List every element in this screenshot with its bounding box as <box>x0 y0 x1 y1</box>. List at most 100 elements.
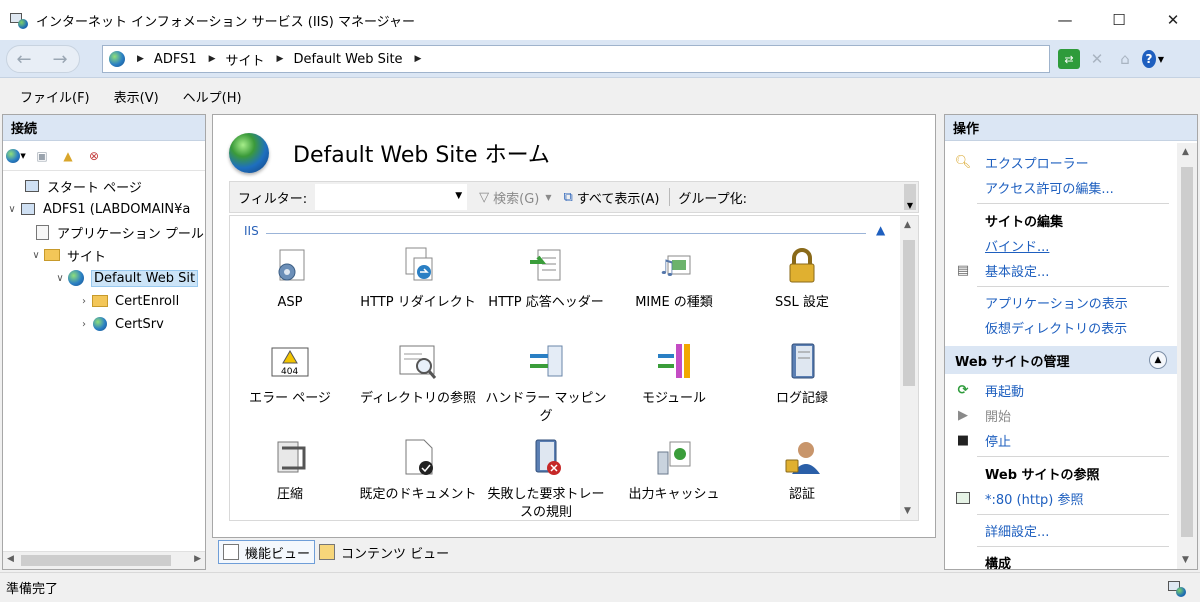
home-icon[interactable]: ⌂ <box>1114 49 1136 69</box>
section-title: サイトの編集 <box>985 214 1064 230</box>
toolbar-overflow-icon[interactable]: ▼ <box>904 184 916 210</box>
forward-button[interactable]: → <box>44 46 76 72</box>
action-browse-http[interactable]: *:80 (http) 参照 <box>955 487 1084 509</box>
horizontal-scrollbar[interactable]: ◀ ▶ <box>3 551 205 569</box>
connections-tree: スタート ページ ∨ ADFS1 (LABDOMAIN¥a アプリケーション プ… <box>3 171 205 533</box>
feature-http-response-headers[interactable]: HTTP 応答ヘッダー <box>484 246 608 312</box>
expand-icon[interactable]: › <box>77 319 91 330</box>
feature-asp[interactable]: ASP <box>230 246 352 312</box>
breadcrumb-server[interactable]: ADFS1 <box>154 52 197 67</box>
feature-ssl-settings[interactable]: SSL 設定 <box>740 246 864 312</box>
settings-icon: ▤ <box>956 262 970 278</box>
action-start[interactable]: ▶ 開始 <box>955 404 1011 426</box>
action-basic-settings[interactable]: ▤ 基本設定... <box>955 259 1050 281</box>
action-edit-permissions[interactable]: アクセス許可の編集... <box>955 176 1114 198</box>
tab-content-view[interactable]: コンテンツ ビュー <box>315 540 453 564</box>
show-all-button[interactable]: ⧉ すべて表示(A) <box>564 188 660 207</box>
section-manage-website[interactable]: Web サイトの管理 ▲ <box>945 346 1177 374</box>
collapse-group-icon[interactable]: ▲ <box>876 223 885 237</box>
scroll-up-icon[interactable]: ▲ <box>1182 147 1189 157</box>
action-explore[interactable]: 🔍︎ エクスプローラー <box>955 151 1089 173</box>
feature-label: 既定のドキュメント <box>359 487 477 502</box>
feature-failed-request-tracing[interactable]: 失敗した要求トレースの規則 <box>484 438 608 520</box>
tab-features-view[interactable]: 機能ビュー <box>218 540 316 564</box>
menu-help[interactable]: ヘルプ(H) <box>183 87 242 106</box>
action-advanced-settings[interactable]: 詳細設定... <box>955 519 1049 541</box>
minimize-button[interactable]: — <box>1038 0 1092 40</box>
breadcrumb[interactable]: ▶ ADFS1 ▶ サイト ▶ Default Web Site ▶ <box>102 45 1050 73</box>
menu-view[interactable]: 表示(V) <box>114 87 159 106</box>
feature-authentication[interactable]: 認証 <box>740 438 864 504</box>
chevron-down-icon[interactable]: ▼ <box>455 191 462 201</box>
collapse-section-icon[interactable]: ▲ <box>1149 351 1167 369</box>
save-icon[interactable]: ▣ <box>33 147 51 165</box>
directory-browsing-icon <box>398 342 438 382</box>
scroll-thumb[interactable] <box>21 555 171 566</box>
tree-node-app-pools[interactable]: アプリケーション プール <box>33 221 204 243</box>
tree-node-default-web-site[interactable]: ∨ Default Web Sit <box>53 267 199 289</box>
expand-icon[interactable]: ∨ <box>53 273 67 284</box>
scroll-up-icon[interactable]: ▲ <box>904 220 911 230</box>
scroll-thumb[interactable] <box>1181 167 1193 537</box>
action-restart[interactable]: ⟳ 再起動 <box>955 379 1024 401</box>
scroll-down-icon[interactable]: ▼ <box>904 506 911 516</box>
breadcrumb-site[interactable]: Default Web Site <box>293 52 402 67</box>
features-scrollbar[interactable]: ▲ ▼ <box>900 216 918 520</box>
feature-mime-types[interactable]: ♫ MIME の種類 <box>612 246 736 312</box>
website-globe-icon <box>229 133 269 173</box>
breadcrumb-sites[interactable]: サイト <box>226 50 265 69</box>
expand-icon[interactable]: ∨ <box>5 204 19 215</box>
tree-node-sites[interactable]: ∨ サイト <box>29 244 106 266</box>
feature-http-redirect[interactable]: HTTP リダイレクト <box>356 246 480 312</box>
connect-icon[interactable]: ▼ <box>6 147 26 165</box>
stop-icon[interactable]: ✕ <box>1086 49 1108 69</box>
tree-node-certenroll[interactable]: › CertEnroll <box>77 290 179 312</box>
refresh-icon[interactable]: ⇄ <box>1058 49 1080 69</box>
toolbar-divider <box>669 188 671 206</box>
close-button[interactable]: ✕ <box>1146 0 1200 40</box>
actions-scrollbar[interactable]: ▲ ▼ <box>1177 143 1197 569</box>
menu-file[interactable]: ファイル(F) <box>20 87 90 106</box>
tree-node-server[interactable]: ∨ ADFS1 (LABDOMAIN¥a <box>5 198 190 220</box>
scroll-left-icon[interactable]: ◀ <box>7 554 14 564</box>
feature-label: ログ記録 <box>775 391 828 406</box>
up-folder-icon[interactable]: ▲ <box>59 147 77 165</box>
action-label: アプリケーションの表示 <box>985 296 1128 312</box>
group-header: IIS <box>244 224 259 238</box>
funnel-icon: ▽ <box>479 189 490 205</box>
tree-label: CertEnroll <box>115 293 180 309</box>
scroll-down-icon[interactable]: ▼ <box>1182 555 1189 565</box>
feature-output-caching[interactable]: 出力キャッシュ <box>612 438 736 504</box>
action-bindings[interactable]: バインド... <box>955 234 1049 256</box>
feature-logging[interactable]: ログ記録 <box>740 342 864 408</box>
maximize-button[interactable]: ☐ <box>1092 0 1146 40</box>
search-button[interactable]: ▽ 検索(G) <box>479 188 539 207</box>
back-button[interactable]: ← <box>8 46 40 72</box>
chevron-down-icon[interactable]: ▼ <box>545 193 551 202</box>
action-stop[interactable]: ■ 停止 <box>955 429 1011 451</box>
breadcrumb-separator-icon[interactable]: ▶ <box>415 54 422 64</box>
content-view-icon <box>319 544 336 560</box>
tree-node-start-page[interactable]: スタート ページ <box>9 175 142 197</box>
expand-icon[interactable]: › <box>77 296 91 307</box>
feature-default-document[interactable]: 既定のドキュメント <box>356 438 480 504</box>
help-menu[interactable]: ? ▼ <box>1142 49 1164 69</box>
section-edit-site: サイトの編集 <box>955 209 1063 231</box>
feature-handler-mappings[interactable]: ハンドラー マッピング <box>484 342 608 426</box>
http-redirect-icon <box>398 246 438 286</box>
scroll-right-icon[interactable]: ▶ <box>194 554 201 564</box>
feature-error-pages[interactable]: 404 エラー ページ <box>230 342 352 408</box>
action-label: 仮想ディレクトリの表示 <box>985 321 1128 337</box>
scroll-thumb[interactable] <box>903 240 915 386</box>
tree-node-certsrv[interactable]: › CertSrv <box>77 313 164 335</box>
action-view-applications[interactable]: アプリケーションの表示 <box>955 291 1128 313</box>
filter-input[interactable]: ▼ <box>315 184 468 210</box>
tab-label: 機能ビュー <box>245 546 311 562</box>
disconnect-icon[interactable]: ⊗ <box>85 147 103 165</box>
feature-modules[interactable]: モジュール <box>612 342 736 408</box>
feature-directory-browsing[interactable]: ディレクトリの参照 <box>356 342 480 408</box>
group-by-label[interactable]: グループ化: <box>678 188 747 207</box>
expand-icon[interactable]: ∨ <box>29 250 43 261</box>
feature-compression[interactable]: 圧縮 <box>230 438 352 504</box>
action-view-virtual-dirs[interactable]: 仮想ディレクトリの表示 <box>955 316 1127 338</box>
